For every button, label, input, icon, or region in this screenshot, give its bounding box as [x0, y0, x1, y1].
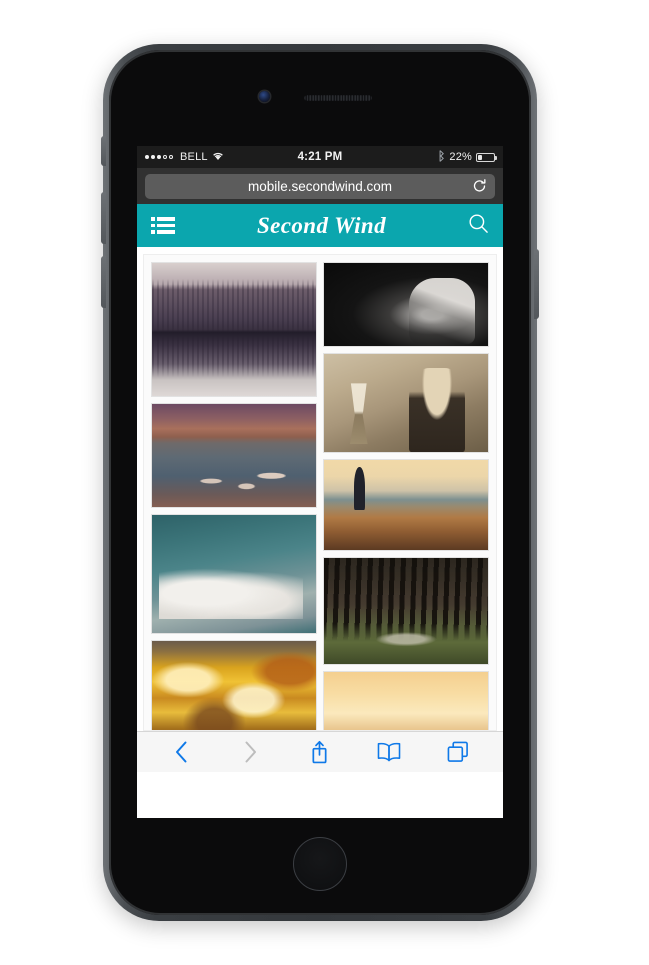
search-icon: [468, 213, 489, 239]
volume-down-button[interactable]: [101, 256, 106, 308]
browser-address-bar: mobile.secondwind.com: [137, 168, 503, 204]
bookmarks-button[interactable]: [369, 737, 409, 767]
signal-dot: [151, 155, 155, 159]
photo-tile-sepia-athlete[interactable]: [323, 353, 489, 453]
signal-dot: [169, 155, 173, 159]
volume-up-button[interactable]: [101, 192, 106, 244]
status-bar: BELL 4:21 PM 22%: [137, 146, 503, 168]
url-text: mobile.secondwind.com: [247, 178, 393, 194]
photo-grid: [143, 254, 497, 731]
battery-icon: [476, 152, 497, 162]
front-camera-icon: [259, 91, 270, 102]
photo-tile-singer-bw[interactable]: [323, 262, 489, 347]
phone-device: BELL 4:21 PM 22% mobile.secondwind.com S…: [101, 44, 539, 921]
back-button[interactable]: [162, 737, 202, 767]
ring-silent-switch[interactable]: [101, 136, 106, 166]
signal-dot: [145, 155, 149, 159]
site-header: Second Wind: [137, 204, 503, 247]
site-brand-title: Second Wind: [256, 212, 386, 238]
forward-button[interactable]: [231, 737, 271, 767]
url-input[interactable]: mobile.secondwind.com: [145, 173, 495, 199]
photo-tile-autumn-leaves[interactable]: [151, 640, 317, 730]
reload-icon[interactable]: [472, 179, 487, 194]
share-button[interactable]: [300, 737, 340, 767]
search-button[interactable]: [468, 213, 489, 239]
photo-tile-city-sunrise[interactable]: [323, 671, 489, 730]
menu-button[interactable]: [151, 217, 175, 234]
tabs-button[interactable]: [438, 737, 478, 767]
wifi-icon: [212, 151, 224, 164]
battery-percent-label: 22%: [449, 151, 472, 163]
photo-tile-tree-path[interactable]: [323, 557, 489, 665]
phone-screen: BELL 4:21 PM 22% mobile.secondwind.com S…: [137, 146, 503, 818]
home-button[interactable]: [293, 837, 347, 891]
bluetooth-icon: [437, 149, 445, 165]
signal-dot: [157, 155, 161, 159]
phone-front-face: BELL 4:21 PM 22% mobile.secondwind.com S…: [109, 50, 531, 915]
photo-tile-horizon-man[interactable]: [323, 459, 489, 551]
photo-tile-forest-lake[interactable]: [151, 262, 317, 397]
list-menu-icon: [151, 217, 175, 234]
power-lock-button[interactable]: [534, 249, 539, 319]
photo-tile-cloud-sky[interactable]: [151, 514, 317, 634]
signal-dot: [163, 155, 167, 159]
status-bar-time: 4:21 PM: [297, 151, 343, 163]
page-content: [137, 247, 503, 731]
photo-grid-right-column: [323, 262, 489, 730]
carrier-label: BELL: [180, 151, 208, 163]
photo-grid-left-column: [151, 262, 317, 730]
browser-toolbar: [137, 731, 503, 772]
cellular-signal-dots: [145, 155, 173, 159]
photo-tile-river-divers[interactable]: [151, 403, 317, 508]
earpiece-speaker: [304, 95, 372, 101]
